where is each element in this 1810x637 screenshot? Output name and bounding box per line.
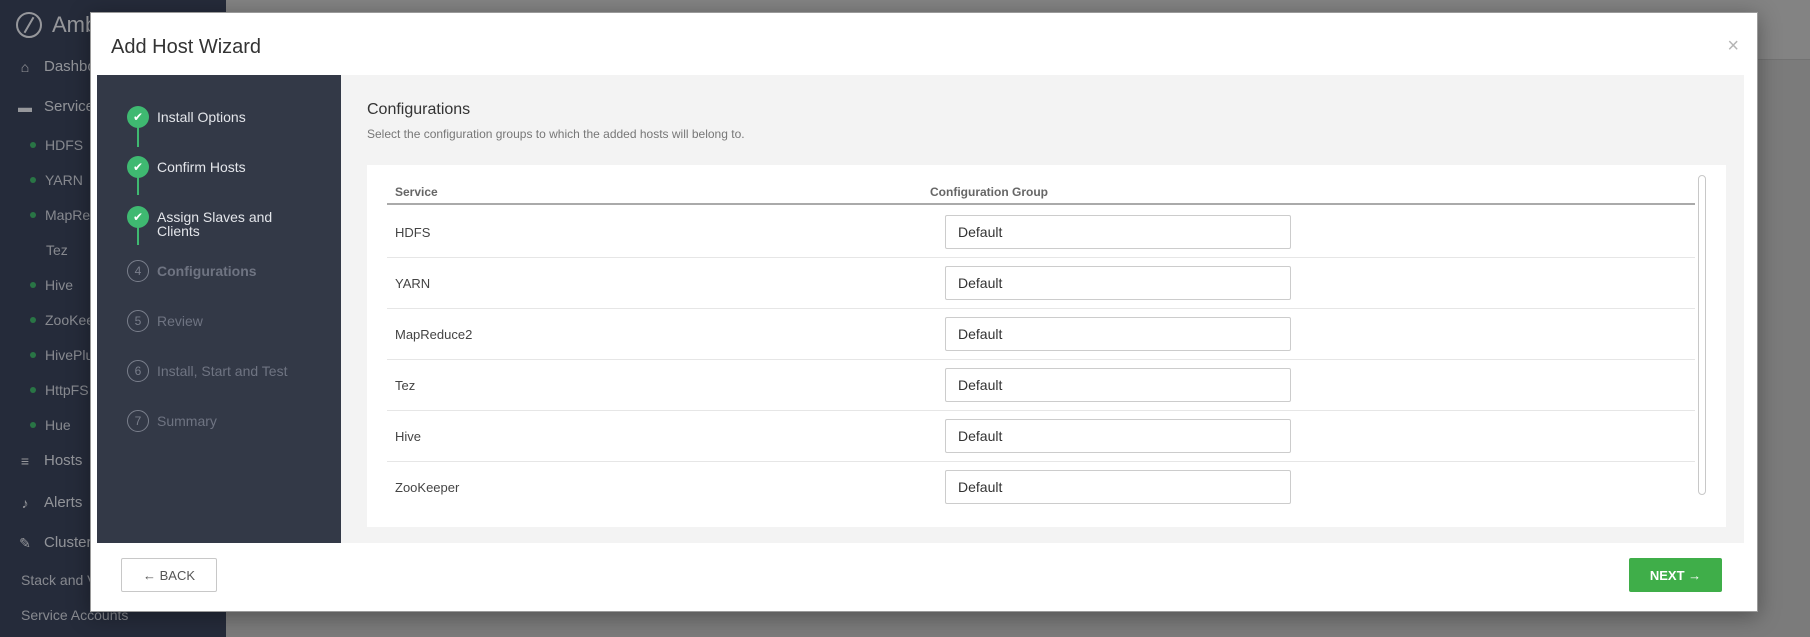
step-connector [137, 127, 139, 147]
service-name: HDFS [395, 225, 431, 240]
step-number: 5 [127, 310, 149, 332]
table-row: Hive Default [387, 411, 1695, 462]
table-row: YARN Default [387, 258, 1695, 309]
config-group-select[interactable]: Default [945, 368, 1291, 402]
service-name: MapReduce2 [395, 327, 473, 342]
step-number: 4 [127, 260, 149, 282]
table-row: ZooKeeper Default [387, 462, 1695, 513]
table-scrollbar[interactable] [1698, 175, 1706, 495]
table-row: Tez Default [387, 360, 1695, 411]
check-icon: ✔ [127, 206, 149, 228]
step-install-options[interactable]: ✔ Install Options [127, 106, 297, 128]
table-row: MapReduce2 Default [387, 309, 1695, 360]
wizard-steps: ✔ Install Options ✔ Confirm Hosts ✔ Assi… [97, 75, 341, 543]
modal-body: ✔ Install Options ✔ Confirm Hosts ✔ Assi… [97, 75, 1744, 543]
section-title: Configurations [367, 101, 471, 118]
check-icon: ✔ [127, 156, 149, 178]
step-number: 6 [127, 360, 149, 382]
step-install-start-test: 6 Install, Start and Test [127, 360, 337, 382]
table-header: Service Configuration Group [387, 177, 1695, 205]
config-group-select[interactable]: Default [945, 266, 1291, 300]
modal-title: Add Host Wizard [111, 36, 262, 58]
column-header-service: Service [395, 185, 438, 199]
next-button[interactable]: NEXT → [1629, 558, 1722, 592]
config-group-select[interactable]: Default [945, 470, 1291, 504]
add-host-wizard-modal: Add Host Wizard × ✔ Install Options ✔ Co… [90, 12, 1758, 612]
section-description: Select the configuration groups to which… [367, 127, 745, 141]
step-summary: 7 Summary [127, 410, 297, 432]
column-header-config-group: Configuration Group [930, 185, 1048, 199]
check-icon: ✔ [127, 106, 149, 128]
service-name: Tez [395, 378, 416, 393]
step-assign-slaves[interactable]: ✔ Assign Slaves and Clients [127, 206, 297, 238]
close-icon[interactable]: × [1727, 35, 1739, 58]
service-name: ZooKeeper [395, 480, 460, 495]
config-group-select[interactable]: Default [945, 419, 1291, 453]
step-confirm-hosts[interactable]: ✔ Confirm Hosts [127, 156, 297, 178]
step-number: 7 [127, 410, 149, 432]
step-configurations: 4 Configurations [127, 260, 297, 282]
config-group-select[interactable]: Default [945, 317, 1291, 351]
service-name: Hive [395, 429, 422, 444]
wizard-content: Configurations Select the configuration … [341, 75, 1744, 543]
config-group-select[interactable]: Default [945, 215, 1291, 249]
service-name: YARN [395, 276, 431, 291]
step-review: 5 Review [127, 310, 297, 332]
back-button[interactable]: ← BACK [121, 558, 217, 592]
config-groups-table: Service Configuration Group HDFS Default… [367, 165, 1726, 527]
table-row: HDFS Default [387, 207, 1695, 258]
